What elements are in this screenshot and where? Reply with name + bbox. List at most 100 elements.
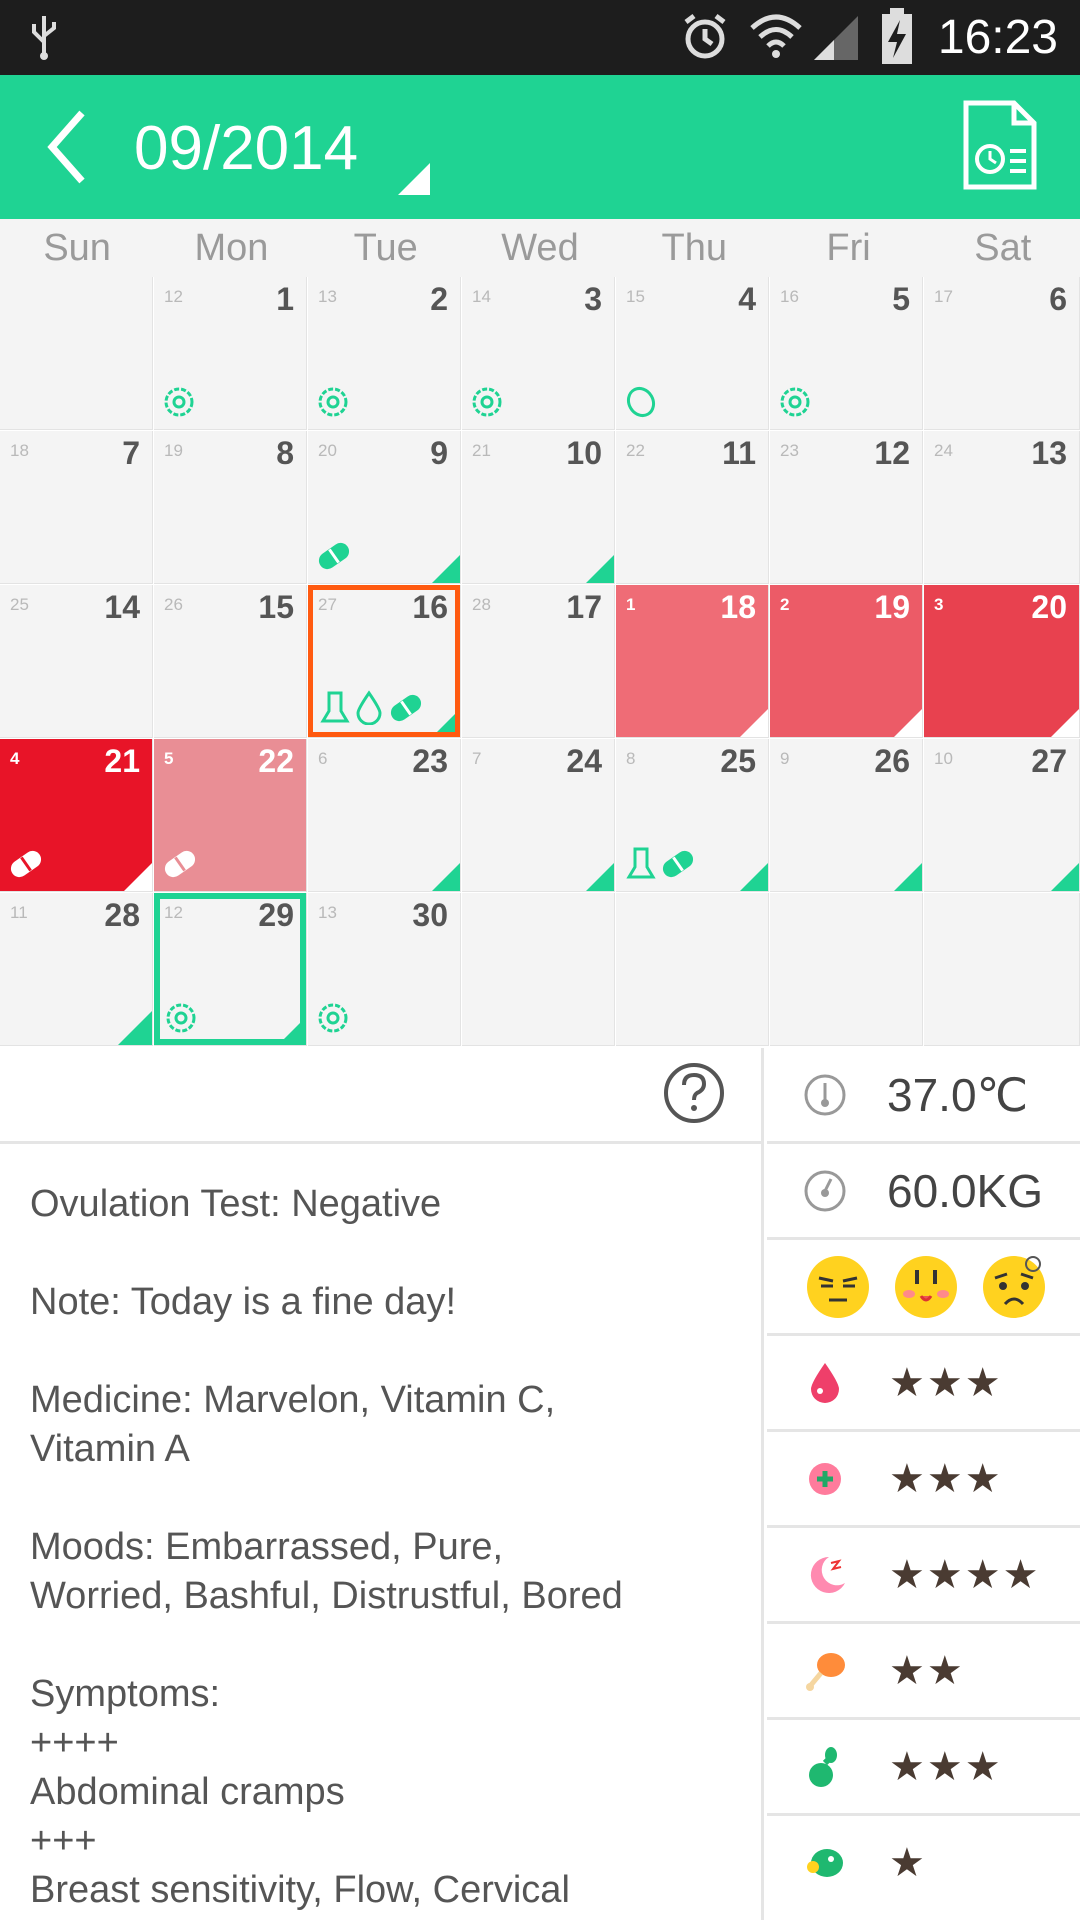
corner-marker [1051, 863, 1079, 891]
calendar-day[interactable]: 21 10 [462, 431, 615, 584]
cycle-day: 1 [626, 595, 636, 614]
cycle-day: 18 [10, 441, 29, 460]
calendar-day[interactable]: 22 11 [616, 431, 769, 584]
calendar-day-period[interactable]: 2 19 [770, 585, 923, 738]
thermometer-icon [804, 1074, 846, 1116]
calendar-day-empty [462, 893, 615, 1046]
calendar-day[interactable]: 9 26 [770, 739, 923, 892]
weekday-label: Fri [826, 227, 871, 269]
day-number: 23 [412, 743, 448, 779]
calendar-day[interactable]: 7 24 [462, 739, 615, 892]
calendar-day[interactable]: 15 4 [616, 277, 769, 430]
month-selector[interactable]: 09/2014 [134, 111, 358, 187]
temperature-row[interactable]: 37.0℃ [767, 1048, 1080, 1144]
worried-face-icon [983, 1256, 1045, 1318]
day-detail-panel: Ovulation Test: Negative Note: Today is … [0, 1048, 764, 1920]
report-document-icon[interactable] [962, 99, 1038, 191]
calendar-day-period[interactable]: 4 21 [0, 739, 153, 892]
rating-stars: ★★★ [889, 1457, 1003, 1501]
day-number: 11 [722, 435, 756, 471]
calendar-day[interactable]: 8 25 [616, 739, 769, 892]
mind-rating-row[interactable]: ★ [767, 1816, 1080, 1909]
day-number: 5 [892, 281, 910, 317]
battery-icon [882, 8, 912, 64]
cycle-day: 14 [472, 287, 491, 306]
cycle-day: 12 [164, 287, 183, 306]
back-arrow-icon[interactable] [40, 105, 100, 189]
flow-rating-row[interactable]: ★★★ [767, 1336, 1080, 1432]
health-rating-row[interactable]: ★★★ [767, 1432, 1080, 1528]
calendar-day[interactable]: 18 7 [0, 431, 153, 584]
cycle-day: 25 [10, 595, 29, 614]
corner-marker [586, 863, 614, 891]
calendar-day-empty [924, 893, 1080, 1046]
cycle-day: 26 [164, 595, 183, 614]
day-number: 27 [1031, 743, 1067, 779]
pill-icon [10, 850, 42, 878]
day-number: 2 [430, 281, 448, 317]
corner-marker [118, 1011, 152, 1045]
calendar-day[interactable]: 24 13 [924, 431, 1080, 584]
cycle-day: 23 [780, 441, 799, 460]
calendar-day-period[interactable]: 1 18 [616, 585, 769, 738]
moods-row[interactable] [767, 1240, 1080, 1336]
day-number: 25 [720, 743, 756, 779]
exercise-icon [809, 1747, 837, 1787]
calendar-day[interactable]: 20 9 [308, 431, 461, 584]
weight-value: 60.0KG [887, 1165, 1043, 1217]
dropdown-triangle-icon[interactable] [398, 163, 430, 195]
calendar-day[interactable]: 25 14 [0, 585, 153, 738]
cycle-day: 28 [472, 595, 491, 614]
metrics-side-panel: 37.0℃ 60.0KG ★★★ ★★★ ★★★★ ★★ ★★★ ★ [767, 1048, 1080, 1920]
calendar-day[interactable]: 23 12 [770, 431, 923, 584]
pure-face-icon [895, 1256, 957, 1318]
cycle-day: 17 [934, 287, 953, 306]
cycle-day: 19 [164, 441, 183, 460]
flower-icon [780, 387, 810, 417]
corner-marker [124, 863, 152, 891]
signal-icon [814, 16, 858, 60]
cycle-day: 24 [934, 441, 953, 460]
cycle-day: 5 [164, 749, 174, 768]
calendar-day-period[interactable]: 3 20 [924, 585, 1080, 738]
calendar-day[interactable]: 16 5 [770, 277, 923, 430]
weekday-label: Sat [974, 227, 1032, 269]
pill-icon [318, 542, 350, 570]
day-number: 14 [104, 589, 140, 625]
calendar-day[interactable]: 13 2 [308, 277, 461, 430]
help-question-icon[interactable] [663, 1062, 725, 1124]
calendar-day[interactable]: 12 1 [154, 277, 307, 430]
wifi-icon [750, 14, 802, 58]
calendar-day-today[interactable]: 12 29 [154, 893, 307, 1046]
calendar-day[interactable]: 19 8 [154, 431, 307, 584]
day-detail-text: Ovulation Test: Negative Note: Today is … [30, 1183, 623, 1911]
exercise-rating-row[interactable]: ★★★ [767, 1720, 1080, 1816]
weekday-label: Tue [353, 227, 418, 269]
cycle-day: 2 [780, 595, 790, 614]
day-number: 24 [566, 743, 602, 779]
day-number: 3 [584, 281, 602, 317]
calendar-day-selected[interactable]: 27 16 [308, 585, 461, 738]
food-rating-row[interactable]: ★★ [767, 1624, 1080, 1720]
calendar-day[interactable]: 17 6 [924, 277, 1080, 430]
calendar-day[interactable]: 28 17 [462, 585, 615, 738]
calendar-day[interactable]: 6 23 [308, 739, 461, 892]
cycle-day: 9 [780, 749, 790, 768]
sleep-rating-row[interactable]: ★★★★ [767, 1528, 1080, 1624]
calendar-day[interactable]: 13 30 [308, 893, 461, 1046]
calendar-day-empty [0, 277, 153, 430]
corner-marker [740, 709, 768, 737]
status-bar: 16:23 [0, 0, 1080, 75]
corner-marker [432, 555, 460, 583]
calendar-day[interactable]: 26 15 [154, 585, 307, 738]
calendar-day-period[interactable]: 5 22 [154, 739, 307, 892]
rating-stars: ★★★★ [889, 1553, 1041, 1597]
calendar-day[interactable]: 11 28 [0, 893, 153, 1046]
calendar-day[interactable]: 14 3 [462, 277, 615, 430]
calendar-day[interactable]: 10 27 [924, 739, 1080, 892]
day-number: 4 [738, 281, 756, 317]
day-number: 12 [874, 435, 910, 471]
corner-marker [432, 863, 460, 891]
weight-row[interactable]: 60.0KG [767, 1144, 1080, 1240]
corner-marker [894, 863, 922, 891]
